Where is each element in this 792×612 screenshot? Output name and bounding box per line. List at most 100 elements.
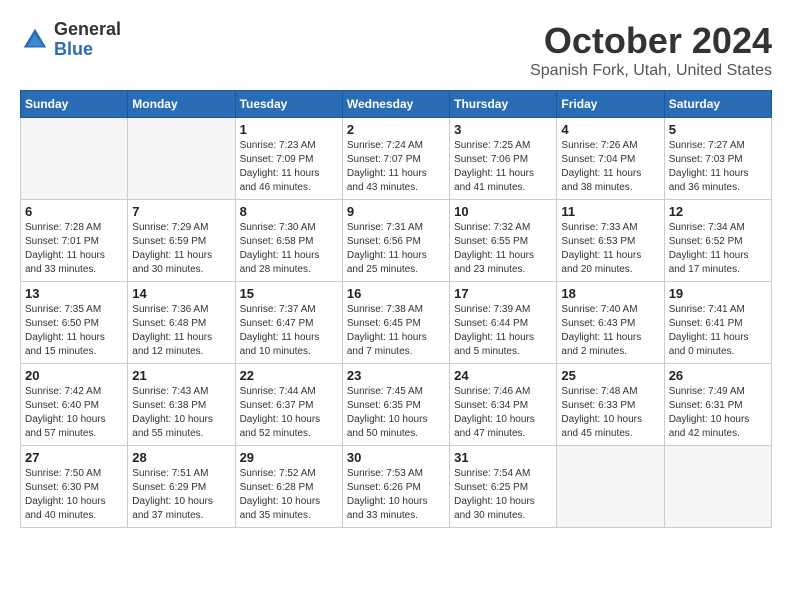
calendar-cell: 26 Sunrise: 7:49 AM Sunset: 6:31 PM Dayli… xyxy=(664,364,771,446)
day-info: Sunrise: 7:44 AM Sunset: 6:37 PM Dayligh… xyxy=(240,385,338,441)
day-info: Sunrise: 7:51 AM Sunset: 6:29 PM Dayligh… xyxy=(132,467,230,523)
calendar-week-row: 1 Sunrise: 7:23 AM Sunset: 7:09 PM Daylig… xyxy=(21,118,772,200)
location-title: Spanish Fork, Utah, United States xyxy=(530,62,772,80)
weekday-header-row: SundayMondayTuesdayWednesdayThursdayFrid… xyxy=(21,91,772,118)
day-number: 3 xyxy=(454,122,552,137)
day-number: 25 xyxy=(561,368,659,383)
day-number: 8 xyxy=(240,204,338,219)
day-number: 20 xyxy=(25,368,123,383)
calendar-cell: 29 Sunrise: 7:52 AM Sunset: 6:28 PM Dayli… xyxy=(235,446,342,528)
day-number: 14 xyxy=(132,286,230,301)
day-info: Sunrise: 7:36 AM Sunset: 6:48 PM Dayligh… xyxy=(132,303,230,359)
calendar-cell: 12 Sunrise: 7:34 AM Sunset: 6:52 PM Dayli… xyxy=(664,200,771,282)
calendar-cell: 21 Sunrise: 7:43 AM Sunset: 6:38 PM Dayli… xyxy=(128,364,235,446)
calendar-cell: 6 Sunrise: 7:28 AM Sunset: 7:01 PM Daylig… xyxy=(21,200,128,282)
logo-icon xyxy=(20,25,50,55)
calendar-cell: 22 Sunrise: 7:44 AM Sunset: 6:37 PM Dayli… xyxy=(235,364,342,446)
day-info: Sunrise: 7:54 AM Sunset: 6:25 PM Dayligh… xyxy=(454,467,552,523)
day-info: Sunrise: 7:28 AM Sunset: 7:01 PM Dayligh… xyxy=(25,221,123,277)
calendar-cell: 5Sunrise: 7:27 AM Sunset: 7:03 PM Daylig… xyxy=(664,118,771,200)
day-number: 26 xyxy=(669,368,767,383)
calendar-cell xyxy=(21,118,128,200)
day-number: 27 xyxy=(25,450,123,465)
calendar-cell xyxy=(557,446,664,528)
logo-blue-text: Blue xyxy=(54,40,121,60)
calendar-cell: 10 Sunrise: 7:32 AM Sunset: 6:55 PM Dayli… xyxy=(450,200,557,282)
day-number: 19 xyxy=(669,286,767,301)
day-number: 21 xyxy=(132,368,230,383)
weekday-header: Friday xyxy=(557,91,664,118)
calendar-week-row: 27 Sunrise: 7:50 AM Sunset: 6:30 PM Dayli… xyxy=(21,446,772,528)
day-info: Sunrise: 7:46 AM Sunset: 6:34 PM Dayligh… xyxy=(454,385,552,441)
logo-general-text: General xyxy=(54,20,121,40)
day-info: Sunrise: 7:26 AM Sunset: 7:04 PM Dayligh… xyxy=(561,139,659,195)
day-info: Sunrise: 7:41 AM Sunset: 6:41 PM Dayligh… xyxy=(669,303,767,359)
day-info: Sunrise: 7:45 AM Sunset: 6:35 PM Dayligh… xyxy=(347,385,445,441)
calendar-cell: 9 Sunrise: 7:31 AM Sunset: 6:56 PM Daylig… xyxy=(342,200,449,282)
calendar-cell: 8 Sunrise: 7:30 AM Sunset: 6:58 PM Daylig… xyxy=(235,200,342,282)
day-info: Sunrise: 7:34 AM Sunset: 6:52 PM Dayligh… xyxy=(669,221,767,277)
day-number: 23 xyxy=(347,368,445,383)
day-info: Sunrise: 7:35 AM Sunset: 6:50 PM Dayligh… xyxy=(25,303,123,359)
day-number: 6 xyxy=(25,204,123,219)
calendar-cell: 31Sunrise: 7:54 AM Sunset: 6:25 PM Dayli… xyxy=(450,446,557,528)
day-number: 4 xyxy=(561,122,659,137)
day-number: 2 xyxy=(347,122,445,137)
day-info: Sunrise: 7:29 AM Sunset: 6:59 PM Dayligh… xyxy=(132,221,230,277)
weekday-header: Saturday xyxy=(664,91,771,118)
calendar-cell: 7 Sunrise: 7:29 AM Sunset: 6:59 PM Daylig… xyxy=(128,200,235,282)
calendar-cell: 25 Sunrise: 7:48 AM Sunset: 6:33 PM Dayli… xyxy=(557,364,664,446)
day-number: 30 xyxy=(347,450,445,465)
month-title: October 2024 xyxy=(530,20,772,62)
day-info: Sunrise: 7:43 AM Sunset: 6:38 PM Dayligh… xyxy=(132,385,230,441)
weekday-header: Monday xyxy=(128,91,235,118)
calendar-cell: 24 Sunrise: 7:46 AM Sunset: 6:34 PM Dayli… xyxy=(450,364,557,446)
calendar-cell: 2Sunrise: 7:24 AM Sunset: 7:07 PM Daylig… xyxy=(342,118,449,200)
day-info: Sunrise: 7:23 AM Sunset: 7:09 PM Dayligh… xyxy=(240,139,338,195)
day-number: 18 xyxy=(561,286,659,301)
day-number: 17 xyxy=(454,286,552,301)
calendar-cell: 18 Sunrise: 7:40 AM Sunset: 6:43 PM Dayli… xyxy=(557,282,664,364)
day-number: 9 xyxy=(347,204,445,219)
day-number: 29 xyxy=(240,450,338,465)
day-number: 16 xyxy=(347,286,445,301)
day-info: Sunrise: 7:27 AM Sunset: 7:03 PM Dayligh… xyxy=(669,139,767,195)
day-info: Sunrise: 7:40 AM Sunset: 6:43 PM Dayligh… xyxy=(561,303,659,359)
calendar-cell: 27 Sunrise: 7:50 AM Sunset: 6:30 PM Dayli… xyxy=(21,446,128,528)
day-info: Sunrise: 7:31 AM Sunset: 6:56 PM Dayligh… xyxy=(347,221,445,277)
calendar-cell: 14 Sunrise: 7:36 AM Sunset: 6:48 PM Dayli… xyxy=(128,282,235,364)
calendar-cell: 28 Sunrise: 7:51 AM Sunset: 6:29 PM Dayli… xyxy=(128,446,235,528)
calendar-cell: 17 Sunrise: 7:39 AM Sunset: 6:44 PM Dayli… xyxy=(450,282,557,364)
logo: General Blue xyxy=(20,20,121,60)
day-info: Sunrise: 7:39 AM Sunset: 6:44 PM Dayligh… xyxy=(454,303,552,359)
weekday-header: Thursday xyxy=(450,91,557,118)
day-info: Sunrise: 7:33 AM Sunset: 6:53 PM Dayligh… xyxy=(561,221,659,277)
calendar-cell: 11 Sunrise: 7:33 AM Sunset: 6:53 PM Dayli… xyxy=(557,200,664,282)
day-number: 22 xyxy=(240,368,338,383)
day-info: Sunrise: 7:42 AM Sunset: 6:40 PM Dayligh… xyxy=(25,385,123,441)
day-info: Sunrise: 7:30 AM Sunset: 6:58 PM Dayligh… xyxy=(240,221,338,277)
day-info: Sunrise: 7:32 AM Sunset: 6:55 PM Dayligh… xyxy=(454,221,552,277)
calendar-cell xyxy=(128,118,235,200)
calendar-cell: 30Sunrise: 7:53 AM Sunset: 6:26 PM Dayli… xyxy=(342,446,449,528)
calendar-week-row: 20 Sunrise: 7:42 AM Sunset: 6:40 PM Dayli… xyxy=(21,364,772,446)
day-info: Sunrise: 7:37 AM Sunset: 6:47 PM Dayligh… xyxy=(240,303,338,359)
day-info: Sunrise: 7:50 AM Sunset: 6:30 PM Dayligh… xyxy=(25,467,123,523)
day-number: 24 xyxy=(454,368,552,383)
day-number: 12 xyxy=(669,204,767,219)
calendar-cell: 13 Sunrise: 7:35 AM Sunset: 6:50 PM Dayli… xyxy=(21,282,128,364)
day-number: 1 xyxy=(240,122,338,137)
day-number: 7 xyxy=(132,204,230,219)
day-number: 28 xyxy=(132,450,230,465)
calendar-week-row: 13 Sunrise: 7:35 AM Sunset: 6:50 PM Dayli… xyxy=(21,282,772,364)
page-header: General Blue October 2024 Spanish Fork, … xyxy=(20,20,772,80)
day-number: 10 xyxy=(454,204,552,219)
day-info: Sunrise: 7:52 AM Sunset: 6:28 PM Dayligh… xyxy=(240,467,338,523)
calendar-cell: 16Sunrise: 7:38 AM Sunset: 6:45 PM Dayli… xyxy=(342,282,449,364)
day-number: 13 xyxy=(25,286,123,301)
day-number: 11 xyxy=(561,204,659,219)
calendar-cell: 3Sunrise: 7:25 AM Sunset: 7:06 PM Daylig… xyxy=(450,118,557,200)
weekday-header: Sunday xyxy=(21,91,128,118)
day-info: Sunrise: 7:48 AM Sunset: 6:33 PM Dayligh… xyxy=(561,385,659,441)
day-info: Sunrise: 7:49 AM Sunset: 6:31 PM Dayligh… xyxy=(669,385,767,441)
